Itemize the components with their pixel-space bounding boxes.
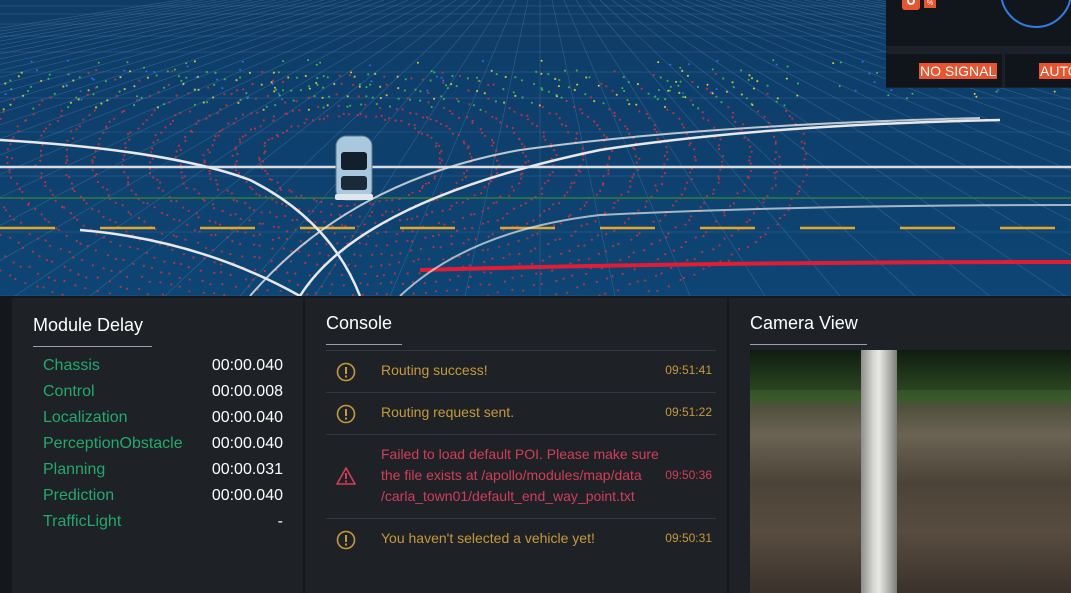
module-name: Localization [43, 409, 128, 426]
title-divider [326, 344, 402, 345]
module-delay-value: 00:00.040 [211, 487, 283, 504]
module-name: Control [43, 383, 95, 400]
module-row: Chassis 00:00.040 [43, 357, 283, 379]
console-message-line: /carla_town01/default_end_way_point.txt [381, 488, 635, 504]
camera-treeline [750, 350, 1071, 390]
camera-view-panel: Camera View [729, 298, 1071, 593]
console-message-text: Routing request sent. [381, 404, 515, 420]
console-message-time: 09:51:22 [665, 405, 712, 419]
percent-label: % [924, 0, 936, 8]
module-name: Planning [43, 461, 106, 478]
console-panel[interactable]: Console Routing success! 09:51:41 Routin… [305, 298, 727, 593]
camera-view-title: Camera View [750, 313, 858, 333]
lane-lines [0, 117, 1071, 296]
title-divider [33, 346, 152, 347]
console-message-text: Failed to load default POI. Please make … [381, 444, 661, 507]
console-message-time: 09:50:31 [665, 531, 712, 545]
warning-circle-icon [336, 404, 356, 424]
module-name: Chassis [43, 357, 100, 374]
module-name: Prediction [43, 487, 115, 504]
console-message-time: 09:50:36 [665, 468, 712, 482]
console-message: Routing success! 09:51:41 [326, 350, 716, 393]
vehicle-status-widget: % NO SIGNAL AUTO [886, 0, 1071, 88]
module-row: PerceptionObstacle 00:00.040 [43, 435, 283, 457]
error-triangle-icon [336, 467, 356, 485]
gear-icon [902, 0, 920, 10]
module-delay-value: 00:00.040 [211, 409, 283, 426]
module-name: TrafficLight [43, 513, 122, 530]
title-divider [750, 344, 867, 345]
console-message: You haven't selected a vehicle yet! 09:5… [326, 518, 716, 561]
console-message: Failed to load default POI. Please make … [326, 434, 716, 519]
signal-cell: NO SIGNAL [886, 54, 1002, 87]
module-delay-value: 00:00.040 [211, 435, 283, 452]
signal-status-label: NO SIGNAL [919, 63, 998, 79]
module-row: Planning 00:00.031 [43, 461, 283, 483]
module-row: Localization 00:00.040 [43, 409, 283, 431]
steering-wheel-indicator [1000, 0, 1071, 28]
lidar-point-cloud [0, 59, 1056, 296]
warning-circle-icon [336, 362, 356, 382]
dashboard-gauges: % [886, 0, 1071, 46]
warning-circle-icon [336, 530, 356, 550]
ego-car-icon [335, 135, 373, 201]
module-delay-value: - [277, 513, 283, 530]
console-message-line: Failed to load default POI. Please make … [381, 446, 659, 462]
module-row: Control 00:00.008 [43, 383, 283, 405]
console-message-time: 09:51:41 [665, 363, 712, 377]
drive-mode-cell: AUTO [1005, 54, 1071, 87]
module-delay-value: 00:00.040 [211, 357, 283, 374]
console-message-text: Routing success! [381, 362, 488, 378]
console-message: Routing request sent. 09:51:22 [326, 392, 716, 435]
module-delay-panel: Module Delay Chassis 00:00.040 Control 0… [12, 298, 303, 593]
camera-image [750, 350, 1071, 593]
console-title: Console [326, 313, 393, 333]
console-message-text: You haven't selected a vehicle yet! [381, 530, 595, 546]
module-name: PerceptionObstacle [43, 435, 183, 452]
drive-mode-label: AUTO [1039, 63, 1071, 79]
module-delay-title: Module Delay [33, 315, 144, 335]
module-row: TrafficLight - [43, 513, 283, 535]
console-message-line: the file exists at /apollo/modules/map/d… [381, 467, 642, 483]
camera-pole [861, 350, 897, 593]
module-row: Prediction 00:00.040 [43, 487, 283, 509]
module-delay-value: 00:00.031 [211, 461, 283, 478]
module-delay-value: 00:00.008 [211, 383, 283, 400]
